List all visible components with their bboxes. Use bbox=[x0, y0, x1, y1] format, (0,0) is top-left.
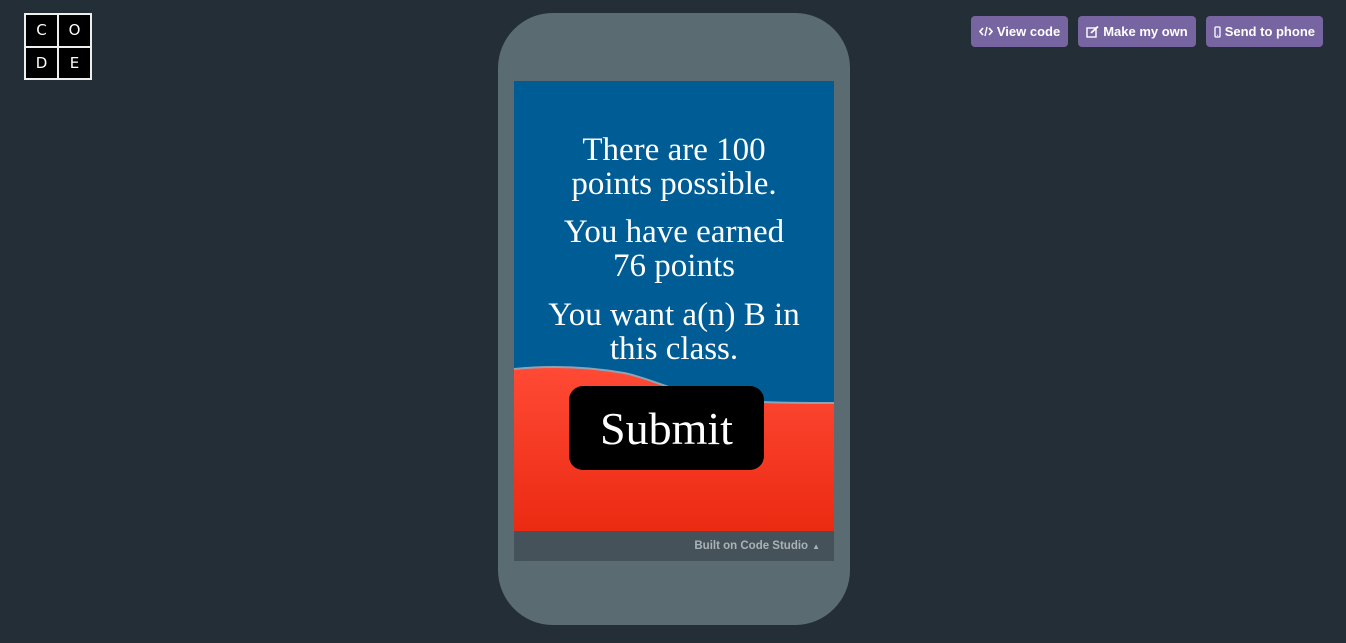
share-actions: View code Make my own Send to phone bbox=[970, 16, 1323, 47]
code-icon bbox=[978, 26, 993, 37]
target-grade-line-1: You want a(n) B in bbox=[548, 297, 800, 333]
built-on-label: Built on Code Studio bbox=[694, 540, 809, 552]
logo-letter-c: C bbox=[26, 15, 57, 46]
points-possible-text: There are 100 points possible. bbox=[514, 133, 834, 201]
mobile-phone-icon bbox=[1214, 25, 1221, 38]
submit-button[interactable]: Submit bbox=[569, 386, 764, 470]
view-code-label: View code bbox=[996, 24, 1061, 39]
points-possible-line-1: There are 100 bbox=[582, 132, 766, 168]
logo-letter-e: E bbox=[59, 47, 90, 78]
edit-icon bbox=[1086, 25, 1099, 38]
send-to-phone-label: Send to phone bbox=[1224, 24, 1315, 39]
logo-letter-d: D bbox=[26, 47, 57, 78]
logo-letter-o: O bbox=[59, 15, 90, 46]
app-screen: There are 100 points possible. You have … bbox=[514, 81, 834, 531]
view-code-button[interactable]: View code bbox=[970, 16, 1069, 47]
make-my-own-button[interactable]: Make my own bbox=[1078, 16, 1196, 47]
code-logo[interactable]: C O D E bbox=[24, 13, 92, 80]
points-earned-text: You have earned 76 points bbox=[514, 215, 834, 283]
caret-up-icon: ▲ bbox=[812, 541, 820, 551]
make-my-own-label: Make my own bbox=[1103, 24, 1188, 39]
built-on-code-studio-link[interactable]: Built on Code Studio ▲ bbox=[514, 531, 834, 561]
points-earned-line-1: You have earned bbox=[563, 214, 785, 250]
points-earned-line-2: 76 points bbox=[613, 248, 735, 284]
points-possible-line-2: points possible. bbox=[571, 166, 777, 202]
target-grade-line-2: this class. bbox=[609, 331, 739, 367]
target-grade-text: You want a(n) B in this class. bbox=[514, 298, 834, 366]
send-to-phone-button[interactable]: Send to phone bbox=[1205, 16, 1323, 47]
